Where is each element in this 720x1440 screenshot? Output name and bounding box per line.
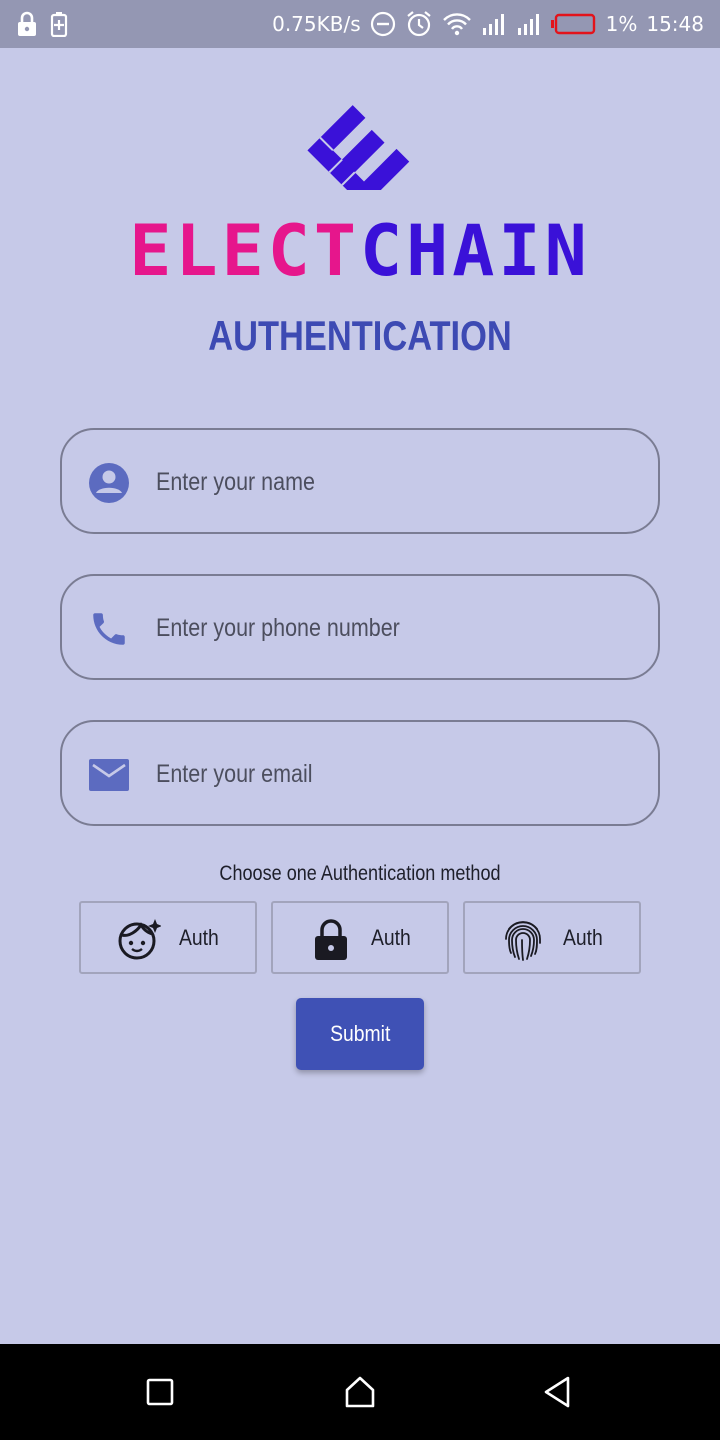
lock-auth-label: Auth: [371, 925, 411, 950]
logo-word-chain: CHAIN: [360, 210, 591, 292]
submit-button[interactable]: Submit: [296, 998, 424, 1070]
battery-charging-icon: [50, 12, 68, 37]
email-input[interactable]: [156, 750, 569, 798]
do-not-disturb-icon: [370, 11, 395, 37]
status-left-icons: [16, 11, 68, 37]
face-auth-button[interactable]: Auth: [79, 901, 257, 974]
recents-icon[interactable]: [140, 1372, 180, 1412]
face-auth-label: Auth: [179, 925, 219, 950]
lock-auth-button[interactable]: Auth: [271, 901, 449, 974]
fingerprint-icon: [505, 921, 541, 961]
fingerprint-auth-button[interactable]: Auth: [463, 901, 641, 974]
auth-method-label: Choose one Authentication method: [219, 862, 501, 885]
battery-percent: 1%: [605, 12, 638, 36]
network-speed: 0.75KB/s: [272, 12, 361, 36]
page-title: AUTHENTICATION: [208, 312, 512, 359]
navigation-bar: [0, 1344, 720, 1440]
home-icon[interactable]: [340, 1372, 380, 1412]
name-input[interactable]: [156, 458, 569, 506]
logo: [0, 100, 720, 207]
email-icon: [89, 759, 129, 791]
fingerprint-auth-label: Auth: [563, 925, 603, 950]
alarm-icon: [406, 11, 431, 37]
email-field[interactable]: [60, 720, 660, 826]
status-right-icons: 0.75KB/s 1% 15:48: [272, 9, 704, 39]
signal-icon: [517, 14, 539, 35]
logo-wordmark: ELECTCHAIN: [0, 210, 720, 292]
name-field[interactable]: [60, 428, 660, 534]
wifi-icon: [442, 13, 471, 36]
face-icon: [118, 919, 161, 960]
lock-icon: [315, 919, 347, 960]
submit-label: Submit: [329, 1021, 391, 1046]
signal-icon: [482, 14, 504, 35]
phone-input[interactable]: [156, 604, 569, 652]
phone-field[interactable]: [60, 574, 660, 680]
logo-word-elect: ELECT: [129, 210, 360, 292]
phone-icon: [93, 613, 125, 645]
clock: 15:48: [646, 12, 704, 36]
back-icon[interactable]: [538, 1372, 578, 1412]
battery-low-icon: [550, 13, 595, 35]
person-icon: [89, 463, 129, 503]
status-bar: 0.75KB/s 1% 15:48: [0, 0, 720, 48]
lock-icon: [18, 11, 36, 36]
electchain-logo-icon: [307, 105, 410, 207]
